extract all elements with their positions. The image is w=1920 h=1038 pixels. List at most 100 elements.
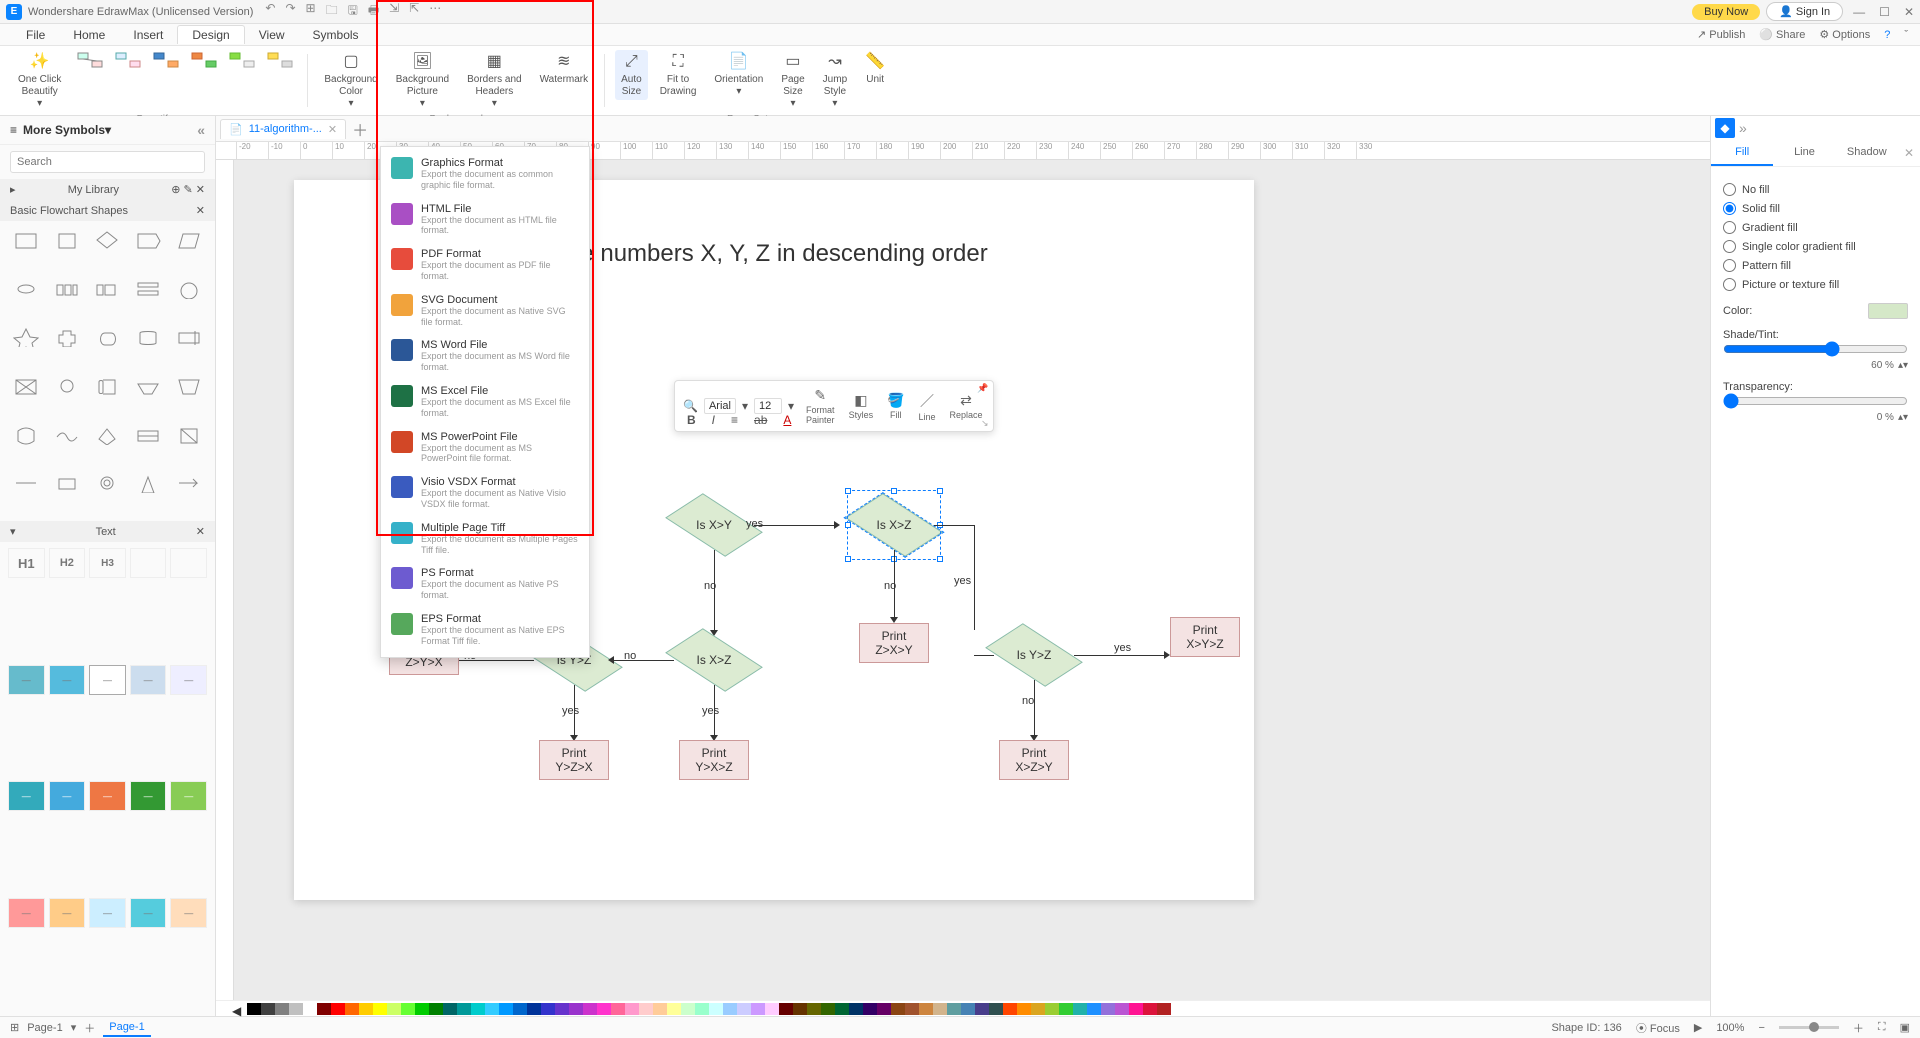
text-h1[interactable]: H1: [8, 548, 45, 578]
print-zxy[interactable]: Print Z>X>Y: [859, 623, 929, 663]
italic-icon[interactable]: I: [708, 411, 719, 429]
text-style[interactable]: —: [89, 898, 126, 928]
shade-stepper[interactable]: ▴▾: [1898, 360, 1908, 371]
buy-now-button[interactable]: Buy Now: [1692, 4, 1760, 20]
redo-icon[interactable]: ↷: [285, 1, 295, 22]
collapse-left-icon[interactable]: «: [197, 122, 205, 138]
shape-stencil[interactable]: [49, 422, 86, 448]
text-style[interactable]: —: [49, 781, 86, 811]
shape-stencil[interactable]: [170, 470, 207, 496]
text-style[interactable]: —: [49, 898, 86, 928]
text-style[interactable]: —: [8, 781, 45, 811]
color-swatch[interactable]: [583, 1003, 597, 1015]
theme-5[interactable]: [225, 50, 259, 72]
color-swatch[interactable]: [1115, 1003, 1129, 1015]
strike-icon[interactable]: ab: [750, 411, 771, 429]
my-library-section[interactable]: ▸ My Library⊕ ✎ ✕: [0, 179, 215, 200]
menu-design[interactable]: Design: [177, 25, 244, 44]
export-item[interactable]: PS FormatExport the document as Native P…: [381, 561, 589, 607]
shade-slider[interactable]: [1723, 341, 1908, 357]
text-h3[interactable]: H3: [89, 548, 126, 578]
shape-stencil[interactable]: [49, 324, 86, 350]
theme-6[interactable]: [263, 50, 297, 72]
color-swatch[interactable]: [555, 1003, 569, 1015]
export-item[interactable]: SVG DocumentExport the document as Nativ…: [381, 288, 589, 334]
basic-shapes-section[interactable]: Basic Flowchart Shapes✕: [0, 200, 215, 221]
color-swatch[interactable]: [1087, 1003, 1101, 1015]
ribbon-collapse-icon[interactable]: ˇ: [1904, 29, 1908, 41]
shape-stencil[interactable]: [170, 276, 207, 302]
line-button[interactable]: ／Line: [913, 389, 942, 424]
color-swatch[interactable]: [765, 1003, 779, 1015]
color-swatch[interactable]: [667, 1003, 681, 1015]
shape-stencil[interactable]: [130, 227, 167, 253]
menu-home[interactable]: Home: [59, 26, 119, 44]
color-swatch[interactable]: [387, 1003, 401, 1015]
help-icon[interactable]: ?: [1884, 29, 1890, 41]
color-swatch[interactable]: [947, 1003, 961, 1015]
shape-stencil[interactable]: [89, 227, 126, 253]
transparency-slider[interactable]: [1723, 393, 1908, 409]
theme-1[interactable]: [73, 50, 107, 72]
shape-stencil[interactable]: [8, 276, 45, 302]
color-swatch[interactable]: [485, 1003, 499, 1015]
color-swatch[interactable]: [919, 1003, 933, 1015]
color-swatch[interactable]: [681, 1003, 695, 1015]
symbol-search-input[interactable]: [10, 151, 205, 173]
close-window-icon[interactable]: ✕: [1904, 5, 1914, 19]
color-swatch[interactable]: [345, 1003, 359, 1015]
export-item[interactable]: MS Excel FileExport the document as MS E…: [381, 379, 589, 425]
text-style[interactable]: [170, 548, 207, 578]
color-swatch[interactable]: [289, 1003, 303, 1015]
color-swatch[interactable]: [723, 1003, 737, 1015]
text-style[interactable]: —: [89, 665, 126, 695]
more-symbols-header[interactable]: ≡ More Symbols ▾ «: [0, 116, 215, 145]
share-button[interactable]: ⚪ Share: [1759, 28, 1805, 41]
color-swatch[interactable]: [835, 1003, 849, 1015]
shape-stencil[interactable]: [170, 422, 207, 448]
text-style[interactable]: —: [130, 781, 167, 811]
export-item[interactable]: Multiple Page TiffExport the document as…: [381, 516, 589, 562]
color-swatch[interactable]: [933, 1003, 947, 1015]
shape-stencil[interactable]: [8, 470, 45, 496]
text-style[interactable]: —: [170, 898, 207, 928]
text-style[interactable]: —: [130, 665, 167, 695]
color-swatch[interactable]: [1045, 1003, 1059, 1015]
menu-insert[interactable]: Insert: [119, 26, 177, 44]
shape-stencil[interactable]: [49, 227, 86, 253]
watermark-button[interactable]: ≋Watermark: [534, 50, 595, 88]
print-yzx[interactable]: Print Y>Z>X: [539, 740, 609, 780]
decision-xz-mid[interactable]: Is X>Z: [674, 635, 754, 685]
color-swatch[interactable]: [597, 1003, 611, 1015]
shape-stencil[interactable]: [130, 324, 167, 350]
color-swatch[interactable]: [779, 1003, 793, 1015]
shape-stencil[interactable]: [49, 470, 86, 496]
shape-stencil[interactable]: [8, 422, 45, 448]
expand-icon[interactable]: ↘: [981, 418, 989, 429]
close-tab-icon[interactable]: ✕: [328, 123, 337, 136]
fill-button[interactable]: 🪣Fill: [881, 390, 910, 422]
theme-4[interactable]: [187, 50, 221, 72]
format-painter-button[interactable]: ✎Format Painter: [800, 385, 841, 427]
radio-pattern-fill[interactable]: [1723, 259, 1736, 272]
borders-headers-button[interactable]: ▦Borders and Headers ▾: [461, 50, 527, 112]
print-xzy[interactable]: Print X>Z>Y: [999, 740, 1069, 780]
document-tab[interactable]: 📄 11-algorithm-...✕: [220, 119, 346, 139]
jump-style-button[interactable]: ↝Jump Style ▾: [817, 50, 853, 112]
shape-stencil[interactable]: [89, 470, 126, 496]
new-icon[interactable]: ⊞: [306, 1, 316, 22]
color-swatch[interactable]: [737, 1003, 751, 1015]
shape-stencil[interactable]: [130, 276, 167, 302]
format-pane-icon[interactable]: ◆: [1715, 118, 1735, 138]
shape-stencil[interactable]: [130, 422, 167, 448]
color-swatch[interactable]: [709, 1003, 723, 1015]
color-swatch[interactable]: [1017, 1003, 1031, 1015]
bg-picture-button[interactable]: 🖼Background Picture ▾: [390, 50, 455, 112]
radio-solid-fill[interactable]: [1723, 202, 1736, 215]
export-item[interactable]: HTML FileExport the document as HTML fil…: [381, 197, 589, 243]
menu-view[interactable]: View: [245, 26, 299, 44]
print-icon[interactable]: 🖶: [368, 1, 379, 22]
text-style[interactable]: —: [89, 781, 126, 811]
color-swatch[interactable]: [961, 1003, 975, 1015]
color-swatch[interactable]: [1003, 1003, 1017, 1015]
